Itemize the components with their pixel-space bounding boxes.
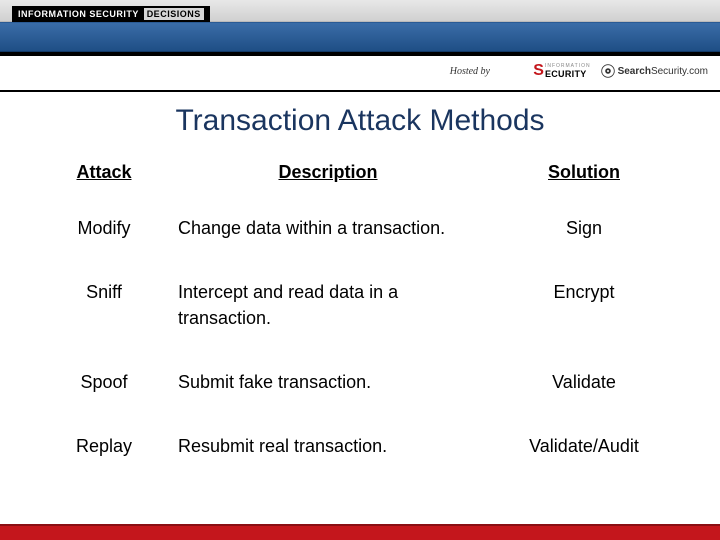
cell-solution: Sign xyxy=(488,205,680,269)
table-row: Replay Resubmit real transaction. Valida… xyxy=(40,423,680,487)
cell-description: Intercept and read data in a transaction… xyxy=(168,269,488,359)
cell-attack: Replay xyxy=(40,423,168,487)
table-row: Modify Change data within a transaction.… xyxy=(40,205,680,269)
cell-attack: Sniff xyxy=(40,269,168,359)
slide-content: Transaction Attack Methods Attack Descri… xyxy=(0,92,720,487)
col-header-solution: Solution xyxy=(488,156,680,205)
footer-red-bar xyxy=(0,524,720,540)
brand-badge: INFORMATION SECURITY DECISIONS xyxy=(12,6,210,22)
sponsor1-main: ECURITY xyxy=(545,69,587,79)
cell-description: Resubmit real transaction. xyxy=(168,423,488,487)
eye-icon xyxy=(601,64,615,78)
col-header-attack: Attack xyxy=(40,156,168,205)
slide-header: INFORMATION SECURITY DECISIONS Hosted by… xyxy=(0,0,720,92)
cell-solution: Validate xyxy=(488,359,680,423)
cell-attack: Spoof xyxy=(40,359,168,423)
table-row: Sniff Intercept and read data in a trans… xyxy=(40,269,680,359)
attack-methods-table: Attack Description Solution Modify Chang… xyxy=(40,156,680,487)
table-row: Spoof Submit fake transaction. Validate xyxy=(40,359,680,423)
header-strip-blue xyxy=(0,22,720,52)
sponsor-s-icon: S xyxy=(533,62,544,80)
hosted-by-row: Hosted by S INFORMATION ECURITY SearchSe… xyxy=(0,56,720,92)
cell-solution: Encrypt xyxy=(488,269,680,359)
cell-description: Submit fake transaction. xyxy=(168,359,488,423)
col-header-description: Description xyxy=(168,156,488,205)
sponsor2-bold: Search xyxy=(618,66,651,77)
cell-attack: Modify xyxy=(40,205,168,269)
hosted-by-label: Hosted by xyxy=(450,66,490,77)
slide-title: Transaction Attack Methods xyxy=(40,104,680,138)
cell-solution: Validate/Audit xyxy=(488,423,680,487)
table-header-row: Attack Description Solution xyxy=(40,156,680,205)
sponsor-logos: S INFORMATION ECURITY SearchSecurity.com xyxy=(533,62,708,80)
sponsor2-rest: Security.com xyxy=(651,66,708,77)
cell-description: Change data within a transaction. xyxy=(168,205,488,269)
brand-badge-text: INFORMATION SECURITY xyxy=(18,9,139,19)
sponsor-searchsecurity-logo: SearchSecurity.com xyxy=(601,64,708,78)
sponsor-security-logo: S INFORMATION ECURITY xyxy=(533,62,590,80)
brand-badge-box: DECISIONS xyxy=(144,8,204,20)
